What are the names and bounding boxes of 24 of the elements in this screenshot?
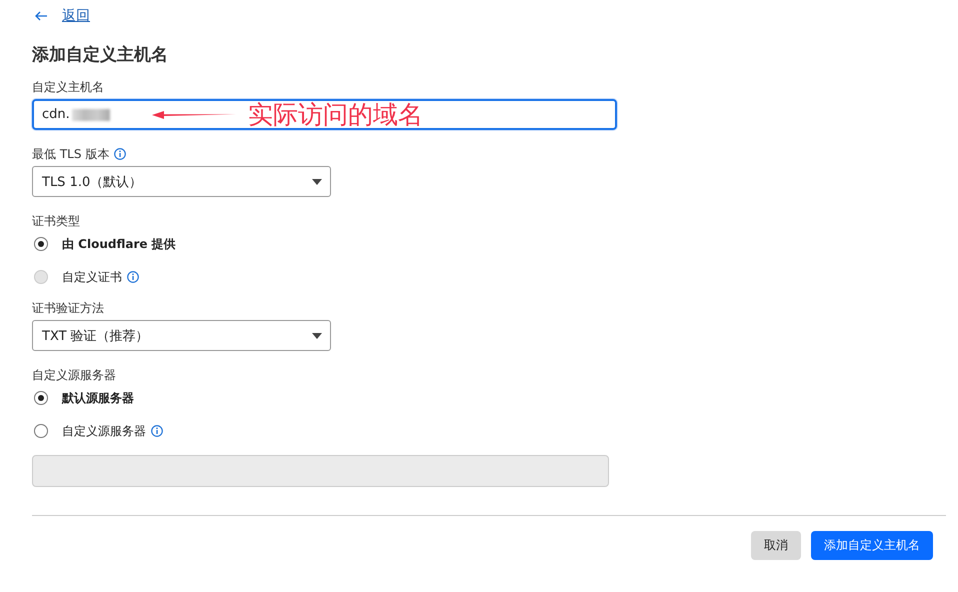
caret-icon bbox=[312, 178, 322, 184]
field-label: 自定义源服务器 bbox=[32, 366, 116, 384]
radio-label[interactable]: 自定义源服务器 bbox=[62, 422, 146, 440]
radio-button[interactable] bbox=[34, 237, 48, 251]
validation-method-select[interactable]: TXT 验证（推荐） bbox=[32, 320, 331, 351]
tls-version-select[interactable]: TLS 1.0（默认） bbox=[32, 166, 331, 197]
radio-label[interactable]: 默认源服务器 bbox=[62, 390, 134, 406]
radio-button[interactable] bbox=[34, 424, 48, 438]
field-label: 最低 TLS 版本 bbox=[32, 146, 110, 162]
field-label: 证书类型 bbox=[32, 212, 80, 230]
back-arrow-icon[interactable] bbox=[34, 11, 48, 21]
field-label: 证书验证方法 bbox=[32, 300, 104, 316]
annotation-text: 实际访问的域名 bbox=[248, 99, 423, 131]
hostname-field[interactable]: cdn. 实际访问的域名 bbox=[32, 99, 617, 130]
field-label: 自定义主机名 bbox=[32, 78, 104, 96]
back-link[interactable]: 返回 bbox=[62, 7, 90, 25]
add-hostname-button[interactable]: 添加自定义主机名 bbox=[811, 531, 933, 560]
caret-icon bbox=[312, 332, 322, 338]
page-title: 添加自定义主机名 bbox=[32, 44, 168, 66]
info-icon[interactable] bbox=[114, 148, 126, 160]
radio-label[interactable]: 由 Cloudflare 提供 bbox=[62, 236, 176, 252]
info-icon[interactable] bbox=[151, 425, 163, 437]
radio-button[interactable] bbox=[34, 391, 48, 405]
cancel-button[interactable]: 取消 bbox=[751, 531, 801, 560]
